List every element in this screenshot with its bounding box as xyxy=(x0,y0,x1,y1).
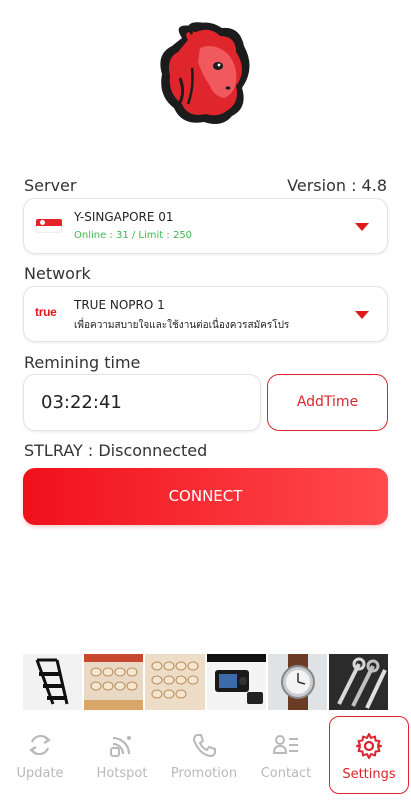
chevron-down-icon[interactable] xyxy=(355,311,369,319)
egg-rack-ad-2[interactable] xyxy=(145,654,205,710)
nav-update-label: Update xyxy=(16,766,64,781)
nav-hotspot-label: Hotspot xyxy=(96,766,148,781)
contact-icon xyxy=(272,735,298,754)
server-label: Server xyxy=(24,176,77,195)
refresh-icon xyxy=(29,734,51,756)
nav-contact[interactable]: Contact xyxy=(246,716,326,794)
nav-update[interactable]: Update xyxy=(0,716,80,794)
watch-ad[interactable] xyxy=(267,654,327,710)
remaining-time-display: 03:22:41 xyxy=(23,374,261,431)
remaining-time-value: 03:22:41 xyxy=(41,392,122,413)
dashcam-ad[interactable] xyxy=(206,654,266,710)
true-logo-icon: true xyxy=(35,305,57,319)
addtime-button[interactable]: AddTime xyxy=(267,374,388,431)
bottom-navigation: Update Hotspot Promotion Contact Setting… xyxy=(0,716,411,800)
network-selector[interactable]: true TRUE NOPRO 1 เพื่อความสบายใจและใช้ง… xyxy=(23,286,388,342)
gear-icon xyxy=(356,733,382,759)
nav-hotspot[interactable]: Hotspot xyxy=(82,716,162,794)
connection-status: STLRAY : Disconnected xyxy=(24,441,208,460)
egg-rack-ad[interactable] xyxy=(84,654,144,710)
chevron-down-icon[interactable] xyxy=(355,223,369,231)
nav-promotion[interactable]: Promotion xyxy=(164,716,244,794)
server-name: Y-SINGAPORE 01 xyxy=(74,210,174,224)
wrench-ad[interactable] xyxy=(328,654,389,710)
step-ladder-ad[interactable] xyxy=(23,654,83,710)
nav-settings-label: Settings xyxy=(342,767,396,782)
ad-banner[interactable] xyxy=(23,654,389,710)
remaining-time-label: Remining time xyxy=(24,353,141,372)
version-label: Version : 4.8 xyxy=(287,176,387,195)
nav-contact-label: Contact xyxy=(260,766,312,781)
server-status: Online : 31 / Limit : 250 xyxy=(74,230,193,241)
nav-settings[interactable]: Settings xyxy=(329,716,409,794)
network-name: TRUE NOPRO 1 xyxy=(74,298,165,312)
horse-logo xyxy=(152,18,258,130)
network-description: เพื่อความสบายใจและใช้งานต่อเนื่องควรสมัค… xyxy=(74,320,290,331)
nav-promotion-label: Promotion xyxy=(170,766,238,781)
network-label: Network xyxy=(24,264,91,283)
singapore-flag-icon xyxy=(36,219,62,233)
connect-button[interactable]: CONNECT xyxy=(23,468,388,525)
hotspot-icon xyxy=(110,736,131,757)
phone-icon xyxy=(192,734,216,758)
server-selector[interactable]: Y-SINGAPORE 01 Online : 31 / Limit : 250 xyxy=(23,198,388,254)
